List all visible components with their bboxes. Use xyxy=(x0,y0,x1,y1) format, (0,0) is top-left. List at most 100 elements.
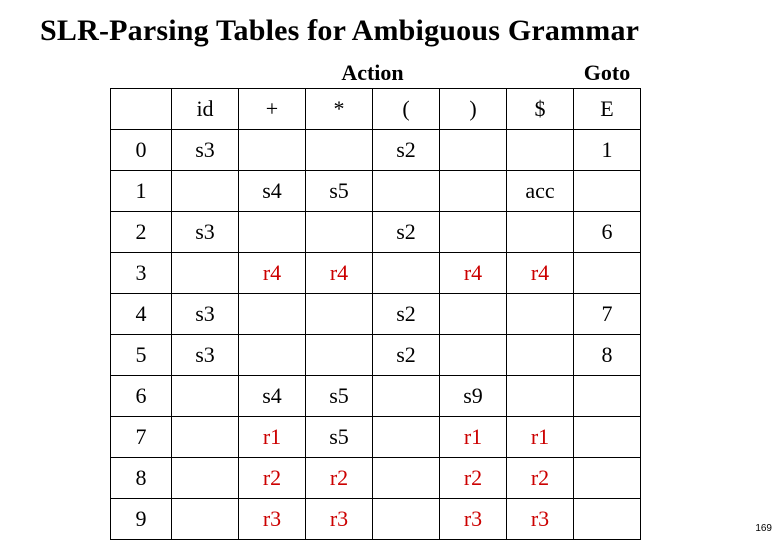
table-row: 3r4r4r4r4 xyxy=(111,253,641,294)
table-cell: r2 xyxy=(507,458,574,499)
table-cell: r3 xyxy=(507,499,574,540)
page-number: 169 xyxy=(755,523,772,534)
table-cell: acc xyxy=(507,171,574,212)
column-header-row: id + * ( ) $ E xyxy=(111,89,641,130)
table-cell: r2 xyxy=(440,458,507,499)
table-cell xyxy=(306,294,373,335)
table-cell xyxy=(373,253,440,294)
table-cell xyxy=(440,294,507,335)
table-row: 4s3 s2 7 xyxy=(111,294,641,335)
table-cell: s3 xyxy=(172,294,239,335)
table-cell xyxy=(239,335,306,376)
table-cell xyxy=(239,294,306,335)
table-cell: r2 xyxy=(239,458,306,499)
table-cell: r3 xyxy=(306,499,373,540)
table-cell xyxy=(574,499,641,540)
group-header-goto: Goto xyxy=(574,58,641,89)
table-cell: r1 xyxy=(440,417,507,458)
table-cell xyxy=(373,171,440,212)
table-body: 0s3s211s4s5acc2s3s263r4r4r4r44s3s275s3s2… xyxy=(111,130,641,540)
table-cell xyxy=(172,499,239,540)
table-cell xyxy=(172,376,239,417)
table-cell xyxy=(172,253,239,294)
table-row: 7r1s5r1r1 xyxy=(111,417,641,458)
table-cell: s9 xyxy=(440,376,507,417)
table-cell: s4 xyxy=(239,171,306,212)
table-cell: r1 xyxy=(507,417,574,458)
parsing-table-wrap: Action Goto id + * ( ) $ E 0s3s211s4s5ac… xyxy=(110,58,740,540)
state-cell: 5 xyxy=(111,335,172,376)
group-header-row: Action Goto xyxy=(111,58,641,89)
table-cell xyxy=(440,171,507,212)
table-cell xyxy=(574,253,641,294)
col-header-lparen: ( xyxy=(373,89,440,130)
col-header-state xyxy=(111,89,172,130)
table-cell xyxy=(507,212,574,253)
table-cell xyxy=(440,212,507,253)
page-title: SLR-Parsing Tables for Ambiguous Grammar xyxy=(40,14,740,48)
state-cell: 7 xyxy=(111,417,172,458)
table-cell xyxy=(440,130,507,171)
table-cell xyxy=(306,335,373,376)
group-header-action: Action xyxy=(172,58,574,89)
state-cell: 6 xyxy=(111,376,172,417)
table-cell xyxy=(306,130,373,171)
table-cell xyxy=(507,335,574,376)
table-cell: s2 xyxy=(373,335,440,376)
table-cell: s2 xyxy=(373,130,440,171)
table-cell xyxy=(507,376,574,417)
group-header-blank xyxy=(111,58,172,89)
table-cell xyxy=(306,212,373,253)
col-header-rparen: ) xyxy=(440,89,507,130)
table-row: 6 s4s5 s9 xyxy=(111,376,641,417)
table-cell xyxy=(373,499,440,540)
state-cell: 0 xyxy=(111,130,172,171)
table-cell: r4 xyxy=(239,253,306,294)
col-header-E: E xyxy=(574,89,641,130)
table-cell: r3 xyxy=(239,499,306,540)
table-row: 1s4s5acc xyxy=(111,171,641,212)
table-cell: s3 xyxy=(172,335,239,376)
table-cell xyxy=(373,417,440,458)
table-cell xyxy=(440,335,507,376)
col-header-star: * xyxy=(306,89,373,130)
table-cell xyxy=(574,458,641,499)
table-cell xyxy=(373,458,440,499)
table-row: 2s3s26 xyxy=(111,212,641,253)
table-row: 5s3 s2 8 xyxy=(111,335,641,376)
table-cell: r4 xyxy=(306,253,373,294)
table-cell: s2 xyxy=(373,212,440,253)
table-cell: 1 xyxy=(574,130,641,171)
table-cell: s4 xyxy=(239,376,306,417)
table-cell: r4 xyxy=(440,253,507,294)
table-row: 8r2r2r2r2 xyxy=(111,458,641,499)
state-cell: 3 xyxy=(111,253,172,294)
table-cell: 7 xyxy=(574,294,641,335)
table-cell: 8 xyxy=(574,335,641,376)
table-cell: r1 xyxy=(239,417,306,458)
table-cell xyxy=(239,130,306,171)
state-cell: 4 xyxy=(111,294,172,335)
table-cell: s2 xyxy=(373,294,440,335)
table-cell xyxy=(373,376,440,417)
table-cell: 6 xyxy=(574,212,641,253)
table-cell: s5 xyxy=(306,171,373,212)
table-cell xyxy=(574,417,641,458)
parsing-table: Action Goto id + * ( ) $ E 0s3s211s4s5ac… xyxy=(110,58,641,540)
table-cell xyxy=(239,212,306,253)
table-cell xyxy=(507,130,574,171)
state-cell: 2 xyxy=(111,212,172,253)
table-cell xyxy=(172,458,239,499)
table-cell: s5 xyxy=(306,376,373,417)
table-cell xyxy=(172,171,239,212)
col-header-plus: + xyxy=(239,89,306,130)
table-cell: s5 xyxy=(306,417,373,458)
state-cell: 8 xyxy=(111,458,172,499)
table-cell: r3 xyxy=(440,499,507,540)
state-cell: 9 xyxy=(111,499,172,540)
table-cell xyxy=(507,294,574,335)
table-cell: r2 xyxy=(306,458,373,499)
table-row: 9r3r3r3r3 xyxy=(111,499,641,540)
col-header-dollar: $ xyxy=(507,89,574,130)
table-cell: s3 xyxy=(172,130,239,171)
